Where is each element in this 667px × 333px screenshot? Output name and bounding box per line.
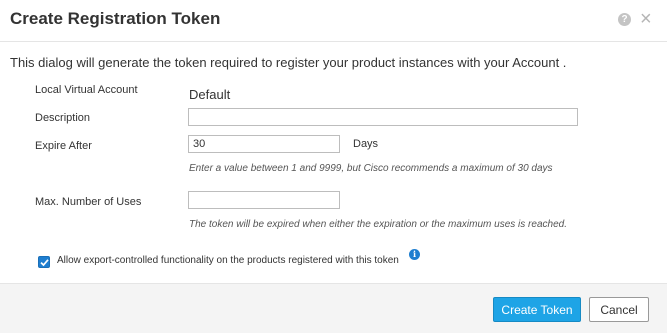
max-uses-input[interactable] (188, 191, 340, 209)
create-registration-token-dialog: Create Registration Token ? × This dialo… (0, 0, 667, 333)
max-uses-hint: The token will be expired when either th… (189, 219, 567, 230)
virtual-account-label: Local Virtual Account (35, 84, 138, 96)
expire-after-input[interactable] (188, 135, 340, 153)
cancel-button[interactable]: Cancel (589, 297, 649, 322)
dialog-title: Create Registration Token (10, 9, 221, 28)
virtual-account-value: Default (189, 87, 231, 102)
help-icon[interactable]: ? (618, 13, 631, 26)
expire-after-unit: Days (353, 138, 379, 150)
dialog-header: Create Registration Token ? × (0, 0, 667, 42)
dialog-intro-text: This dialog will generate the token requ… (10, 55, 567, 70)
description-label: Description (35, 112, 91, 124)
description-input[interactable] (188, 108, 578, 126)
max-uses-label: Max. Number of Uses (35, 196, 142, 208)
close-icon[interactable]: × (640, 9, 652, 29)
expire-after-label: Expire After (35, 140, 92, 152)
create-token-button[interactable]: Create Token (493, 297, 581, 322)
checkmark-icon (40, 259, 49, 267)
info-circle-icon[interactable]: i (409, 249, 420, 260)
export-controlled-label: Allow export-controlled functionality on… (57, 255, 399, 266)
expire-after-hint: Enter a value between 1 and 9999, but Ci… (189, 163, 553, 174)
export-controlled-checkbox[interactable] (38, 256, 50, 268)
